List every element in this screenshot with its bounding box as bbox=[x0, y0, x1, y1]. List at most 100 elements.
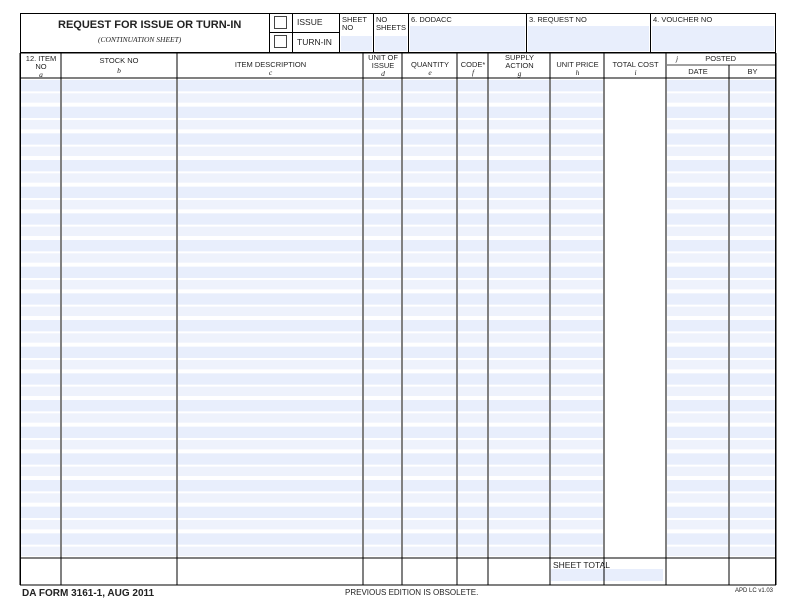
cell-unit_issue-row-5-b[interactable] bbox=[364, 200, 401, 210]
cell-posted-row-18[interactable] bbox=[667, 533, 728, 545]
cell-item_desc-row-2-b[interactable] bbox=[178, 120, 362, 130]
cell-item_no-row-18-b[interactable] bbox=[21, 546, 60, 556]
cell-posted-row-16-b[interactable] bbox=[667, 493, 728, 503]
cell-quantity-row-16[interactable] bbox=[403, 480, 456, 492]
cell-stock_no-row-11-b[interactable] bbox=[62, 360, 176, 370]
cell-supply_action-row-2-b[interactable] bbox=[489, 120, 549, 130]
cell-date-row-7-b[interactable] bbox=[730, 253, 775, 263]
cell-date-row-10[interactable] bbox=[730, 320, 775, 332]
cell-quantity-row-1[interactable] bbox=[403, 80, 456, 92]
cell-quantity-row-3-b[interactable] bbox=[403, 146, 456, 156]
cell-date-row-13[interactable] bbox=[730, 400, 775, 412]
cell-item_no-row-3-b[interactable] bbox=[21, 146, 60, 156]
cell-posted-row-12-b[interactable] bbox=[667, 386, 728, 396]
cell-code-row-5-b[interactable] bbox=[458, 200, 487, 210]
cell-supply_action-row-17-b[interactable] bbox=[489, 520, 549, 530]
cell-code-row-16[interactable] bbox=[458, 480, 487, 492]
cell-stock_no-row-10-b[interactable] bbox=[62, 333, 176, 343]
cell-quantity-row-7-b[interactable] bbox=[403, 253, 456, 263]
cell-quantity-row-4-b[interactable] bbox=[403, 173, 456, 183]
cell-unit_price-row-2[interactable] bbox=[551, 106, 603, 118]
cell-date-row-1-b[interactable] bbox=[730, 93, 775, 103]
cell-stock_no-row-4[interactable] bbox=[62, 160, 176, 172]
cell-supply_action-row-14[interactable] bbox=[489, 426, 549, 438]
cell-code-row-1-b[interactable] bbox=[458, 93, 487, 103]
cell-item_no-row-17[interactable] bbox=[21, 506, 60, 518]
cell-posted-row-16[interactable] bbox=[667, 480, 728, 492]
cell-code-row-5[interactable] bbox=[458, 186, 487, 198]
cell-unit_issue-row-10-b[interactable] bbox=[364, 333, 401, 343]
cell-stock_no-row-17[interactable] bbox=[62, 506, 176, 518]
cell-supply_action-row-10-b[interactable] bbox=[489, 333, 549, 343]
cell-supply_action-row-16-b[interactable] bbox=[489, 493, 549, 503]
cell-posted-row-5[interactable] bbox=[667, 186, 728, 198]
cell-quantity-row-9[interactable] bbox=[403, 293, 456, 305]
cell-supply_action-row-4[interactable] bbox=[489, 160, 549, 172]
cell-stock_no-row-5-b[interactable] bbox=[62, 200, 176, 210]
cell-quantity-row-16-b[interactable] bbox=[403, 493, 456, 503]
cell-supply_action-row-9[interactable] bbox=[489, 293, 549, 305]
cell-item_desc-row-15[interactable] bbox=[178, 453, 362, 465]
cell-stock_no-row-10[interactable] bbox=[62, 320, 176, 332]
cell-supply_action-row-5[interactable] bbox=[489, 186, 549, 198]
cell-item_desc-row-10[interactable] bbox=[178, 320, 362, 332]
cell-item_desc-row-3-b[interactable] bbox=[178, 146, 362, 156]
cell-posted-row-2-b[interactable] bbox=[667, 120, 728, 130]
cell-date-row-2-b[interactable] bbox=[730, 120, 775, 130]
cell-item_no-row-6-b[interactable] bbox=[21, 226, 60, 236]
cell-stock_no-row-14-b[interactable] bbox=[62, 440, 176, 450]
cell-posted-row-2[interactable] bbox=[667, 106, 728, 118]
cell-posted-row-17-b[interactable] bbox=[667, 520, 728, 530]
cell-unit_price-row-4-b[interactable] bbox=[551, 173, 603, 183]
cell-posted-row-18-b[interactable] bbox=[667, 546, 728, 556]
cell-unit_price-row-8[interactable] bbox=[551, 266, 603, 278]
cell-quantity-row-10-b[interactable] bbox=[403, 333, 456, 343]
cell-unit_price-row-12[interactable] bbox=[551, 373, 603, 385]
cell-supply_action-row-7[interactable] bbox=[489, 240, 549, 252]
cell-unit_issue-row-6[interactable] bbox=[364, 213, 401, 225]
cell-quantity-row-14-b[interactable] bbox=[403, 440, 456, 450]
cell-stock_no-row-1[interactable] bbox=[62, 80, 176, 92]
cell-code-row-7[interactable] bbox=[458, 240, 487, 252]
cell-code-row-7-b[interactable] bbox=[458, 253, 487, 263]
cell-unit_issue-row-5[interactable] bbox=[364, 186, 401, 198]
cell-unit_price-row-7-b[interactable] bbox=[551, 253, 603, 263]
cell-unit_price-row-1[interactable] bbox=[551, 80, 603, 92]
cell-date-row-13-b[interactable] bbox=[730, 413, 775, 423]
cell-date-row-16[interactable] bbox=[730, 480, 775, 492]
cell-item_desc-row-18[interactable] bbox=[178, 533, 362, 545]
cell-posted-row-4-b[interactable] bbox=[667, 173, 728, 183]
cell-stock_no-row-14[interactable] bbox=[62, 426, 176, 438]
cell-posted-row-15[interactable] bbox=[667, 453, 728, 465]
cell-posted-row-3[interactable] bbox=[667, 133, 728, 145]
cell-code-row-17-b[interactable] bbox=[458, 520, 487, 530]
cell-posted-row-4[interactable] bbox=[667, 160, 728, 172]
cell-item_desc-row-16-b[interactable] bbox=[178, 493, 362, 503]
cell-code-row-18[interactable] bbox=[458, 533, 487, 545]
cell-unit_price-row-1-b[interactable] bbox=[551, 93, 603, 103]
cell-unit_price-row-5-b[interactable] bbox=[551, 200, 603, 210]
cell-posted-row-1[interactable] bbox=[667, 80, 728, 92]
cell-code-row-12[interactable] bbox=[458, 373, 487, 385]
cell-item_no-row-12[interactable] bbox=[21, 373, 60, 385]
cell-date-row-5[interactable] bbox=[730, 186, 775, 198]
cell-item_desc-row-1[interactable] bbox=[178, 80, 362, 92]
cell-item_no-row-14[interactable] bbox=[21, 426, 60, 438]
cell-code-row-4-b[interactable] bbox=[458, 173, 487, 183]
cell-item_desc-row-6-b[interactable] bbox=[178, 226, 362, 236]
cell-posted-row-14[interactable] bbox=[667, 426, 728, 438]
cell-unit_issue-row-14[interactable] bbox=[364, 426, 401, 438]
cell-code-row-13[interactable] bbox=[458, 400, 487, 412]
cell-quantity-row-2-b[interactable] bbox=[403, 120, 456, 130]
cell-unit_price-row-12-b[interactable] bbox=[551, 386, 603, 396]
cell-unit_price-row-3[interactable] bbox=[551, 133, 603, 145]
cell-unit_issue-row-12-b[interactable] bbox=[364, 386, 401, 396]
cell-date-row-10-b[interactable] bbox=[730, 333, 775, 343]
cell-unit_issue-row-7[interactable] bbox=[364, 240, 401, 252]
cell-date-row-15[interactable] bbox=[730, 453, 775, 465]
cell-item_desc-row-2[interactable] bbox=[178, 106, 362, 118]
cell-code-row-16-b[interactable] bbox=[458, 493, 487, 503]
cell-stock_no-row-6-b[interactable] bbox=[62, 226, 176, 236]
cell-item_no-row-9[interactable] bbox=[21, 293, 60, 305]
cell-unit_issue-row-17-b[interactable] bbox=[364, 520, 401, 530]
